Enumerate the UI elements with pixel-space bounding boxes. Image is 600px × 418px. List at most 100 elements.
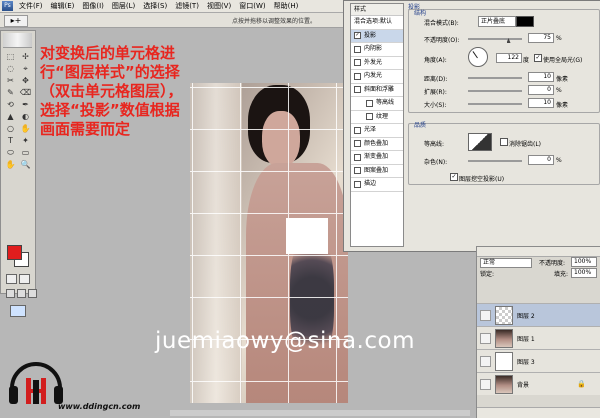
tool-button-8[interactable]: ⟲ [4,99,17,110]
tool-button-4[interactable]: ✂ [4,75,17,86]
tool-button-16[interactable]: ⬭ [4,147,17,158]
tool-button-1[interactable]: ✢ [19,51,32,62]
style-item-checkbox[interactable] [366,113,373,121]
toolbox: ⬚ ✢ ◌ ⌖ ✂ ✥ ✎ ⌫ ⟲ ✒ ▲ ◐ ○ ✋ T ✦ ⬭ ▭ ✋ 🔍 [0,30,37,317]
style-item-checkbox[interactable] [354,45,361,53]
menu-window[interactable]: 窗口(W) [235,1,269,11]
style-item-checkbox[interactable] [354,153,361,161]
opacity-slider-track[interactable] [468,38,522,40]
style-item-3[interactable]: 外发光 [351,57,403,70]
tool-button-3[interactable]: ⌖ [19,63,32,74]
tool-button-7[interactable]: ⌫ [19,87,32,98]
spread-slider-track[interactable] [468,90,522,92]
quick-mask-icon[interactable] [19,274,30,284]
layer-row[interactable]: 图层 1 [477,326,600,349]
size-value[interactable]: 10 [528,98,554,108]
tool-button-14[interactable]: T [4,135,17,146]
style-item-checkbox[interactable] [354,180,361,188]
noise-value[interactable]: 0 [528,155,554,165]
global-light-checkbox[interactable]: ✓ [534,54,542,62]
layer-opacity-value[interactable]: 100% [571,257,597,267]
size-slider-track[interactable] [468,103,522,105]
style-item-checkbox[interactable] [354,59,361,67]
eye-icon[interactable] [480,356,491,367]
menu-select[interactable]: 选择(S) [139,1,171,11]
style-item-0[interactable]: 混合选项:默认 [351,16,403,30]
style-item-checkbox[interactable] [354,126,361,134]
tool-button-5[interactable]: ✥ [19,75,32,86]
tool-button-11[interactable]: ◐ [19,111,32,122]
antialias-checkbox[interactable] [500,138,508,146]
style-item-checkbox[interactable] [354,86,361,94]
shadow-color-swatch[interactable] [516,16,534,27]
style-item-7[interactable]: 纹理 [351,111,403,124]
style-item-8[interactable]: 光泽 [351,124,403,138]
tool-button-2[interactable]: ◌ [4,63,17,74]
eye-icon[interactable] [480,379,491,390]
contour-picker-icon[interactable] [468,133,492,151]
style-item-checkbox[interactable] [354,167,361,175]
layer-blend-mode-select[interactable]: 正常 [480,258,532,268]
foreground-color-swatch[interactable] [7,245,22,260]
styles-list: 样式 混合选项:默认 ✓ 投影 内阴影 外发光 内发光 斜面和浮雕 等高线 纹理 光泽 颜色叠加 渐变… [350,3,404,247]
style-item-2[interactable]: 内阴影 [351,43,403,57]
spread-value[interactable]: 0 [528,85,554,95]
distance-value[interactable]: 10 [528,72,554,82]
opacity-value[interactable]: 75 [528,33,554,43]
style-item-checkbox[interactable] [366,99,373,107]
menu-help[interactable]: 帮助(H) [270,1,303,11]
move-tool-preset-icon[interactable]: ▸+ [4,15,28,27]
layer-row[interactable]: 背景 🔒 [477,372,600,395]
tool-button-12[interactable]: ○ [4,123,17,134]
layer-row[interactable]: 图层 3 [477,349,600,372]
style-item-4[interactable]: 内发光 [351,70,403,84]
tool-button-19[interactable]: 🔍 [19,159,32,170]
menu-layer[interactable]: 图层(L) [108,1,139,11]
angle-value[interactable]: 122 [496,53,522,63]
style-item-checkbox[interactable]: ✓ [354,32,361,40]
style-item-10[interactable]: 渐变叠加 [351,151,403,165]
styles-list-header[interactable]: 样式 [351,4,403,16]
tool-button-15[interactable]: ✦ [19,135,32,146]
tool-button-0[interactable]: ⬚ [4,51,17,62]
noise-slider-track[interactable] [468,160,522,162]
tool-button-10[interactable]: ▲ [4,111,17,122]
style-item-6[interactable]: 等高线 [351,97,403,111]
tool-button-18[interactable]: ✋ [4,159,17,170]
blend-mode-select[interactable]: 正片叠底 [478,16,516,27]
layers-panel-tabs[interactable] [477,247,600,257]
style-item-1[interactable]: ✓ 投影 [351,29,403,43]
tool-button-17[interactable]: ▭ [19,147,32,158]
style-item-checkbox[interactable] [354,140,361,148]
photoshop-app-icon[interactable]: Ps [2,1,13,11]
layer-lock-label: 锁定: [480,271,495,278]
style-item-11[interactable]: 图案叠加 [351,165,403,178]
screen-mode-full-icon[interactable] [28,289,37,298]
style-item-9[interactable]: 颜色叠加 [351,138,403,151]
document-canvas[interactable] [190,83,348,403]
knockout-checkbox[interactable]: ✓ [450,173,458,181]
style-item-checkbox[interactable] [354,72,361,80]
standard-mode-icon[interactable] [6,274,17,284]
menu-edit[interactable]: 编辑(E) [47,1,79,11]
tool-button-13[interactable]: ✋ [19,123,32,134]
style-item-12[interactable]: 描边 [351,178,403,192]
jump-to-imageready-icon[interactable] [10,305,26,317]
menu-view[interactable]: 视图(V) [203,1,235,11]
menu-filter[interactable]: 滤镜(T) [171,1,203,11]
menu-file[interactable]: 文件(F) [15,1,47,11]
canvas-horizontal-scrollbar[interactable] [170,410,470,416]
menu-image[interactable]: 图像(I) [78,1,108,11]
layers-panel-footer [477,407,600,418]
layer-row[interactable]: 图层 2 [477,303,600,326]
eye-icon[interactable] [480,333,491,344]
layer-fill-value[interactable]: 100% [571,268,597,278]
screen-mode-standard-icon[interactable] [6,289,15,298]
style-item-5[interactable]: 斜面和浮雕 [351,84,403,97]
eye-icon[interactable] [480,310,491,321]
angle-dial-icon[interactable] [468,47,488,67]
distance-slider-track[interactable] [468,77,522,79]
screen-mode-full-menu-icon[interactable] [17,289,26,298]
tool-button-6[interactable]: ✎ [4,87,17,98]
tool-button-9[interactable]: ✒ [19,99,32,110]
